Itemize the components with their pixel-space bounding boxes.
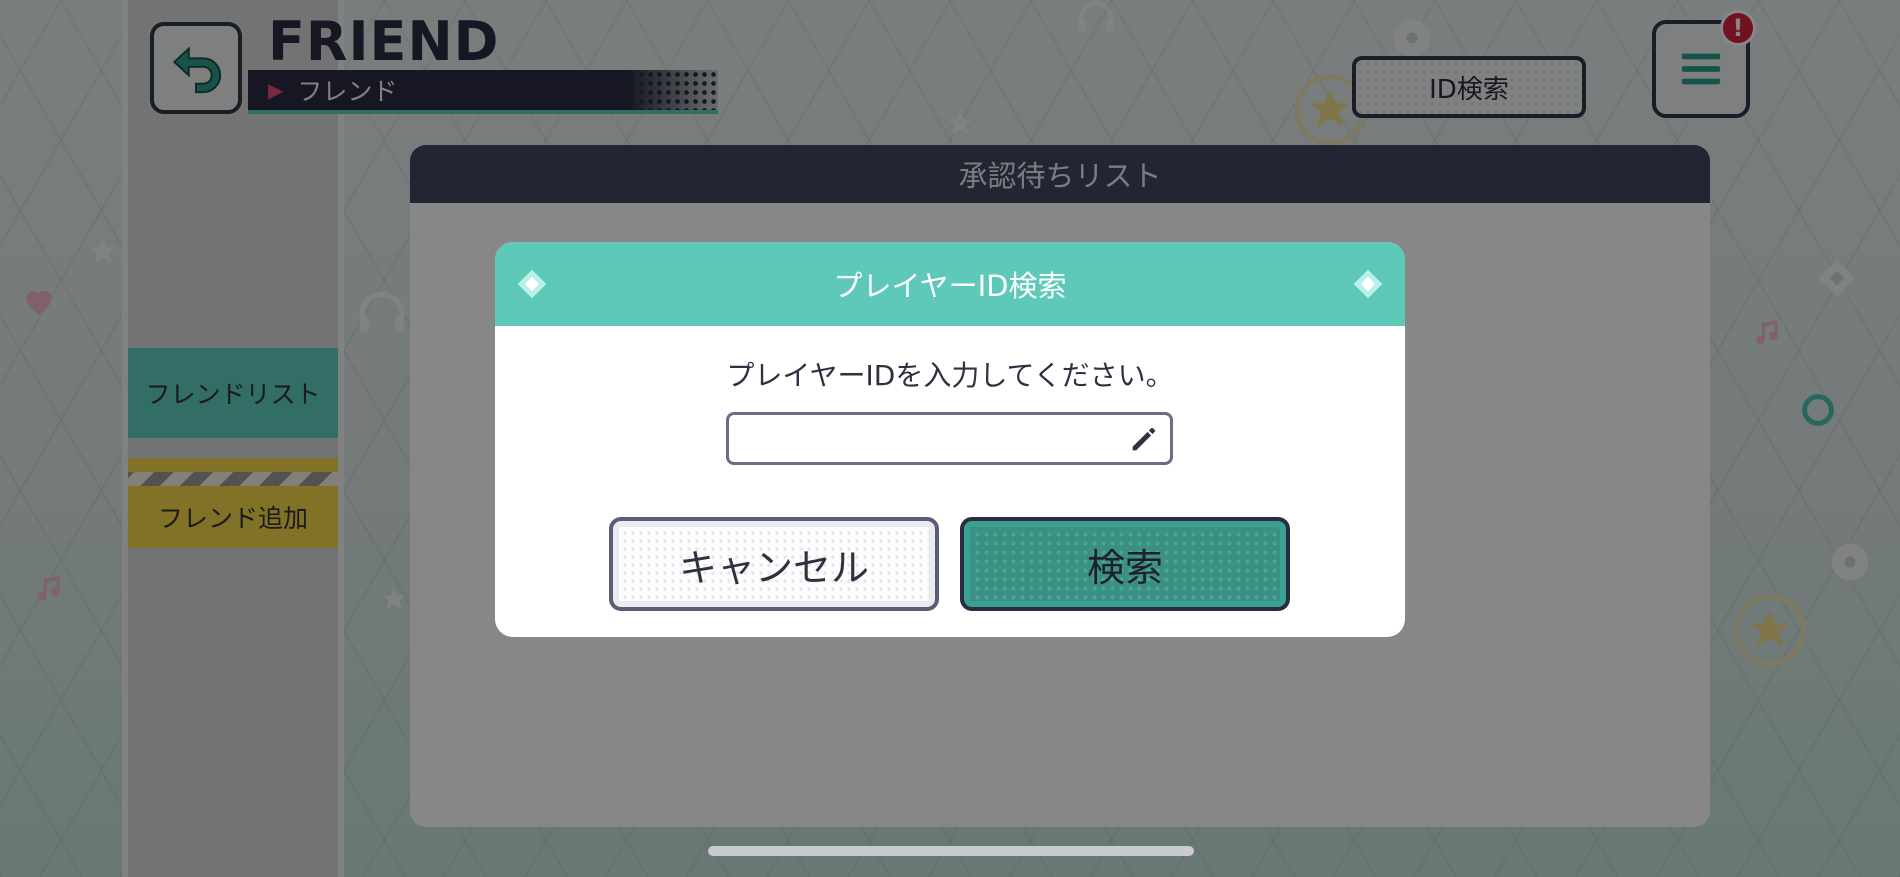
diamond-icon (1353, 269, 1383, 299)
dialog-header: プレイヤーID検索 (495, 242, 1405, 326)
pencil-icon[interactable] (1127, 422, 1161, 456)
dialog-prompt: プレイヤーIDを入力してください。 (726, 359, 1174, 392)
home-indicator[interactable] (708, 846, 1194, 856)
search-button-label: 検索 (1086, 545, 1163, 590)
player-id-search-dialog: プレイヤーID検索 プレイヤーIDを入力してください。 キャンセル 検索 (495, 242, 1405, 637)
dialog-title: プレイヤーID検索 (833, 269, 1067, 303)
search-button[interactable]: 検索 (960, 517, 1290, 611)
cancel-button-label: キャンセル (678, 545, 869, 590)
player-id-input[interactable] (726, 412, 1173, 465)
cancel-button[interactable]: キャンセル (609, 517, 939, 611)
game-screen: フレンドリスト フレンド追加 FRIEND ▶ フレンド ID検索 ! 承認待ち… (0, 0, 1900, 877)
diamond-icon (517, 269, 547, 299)
